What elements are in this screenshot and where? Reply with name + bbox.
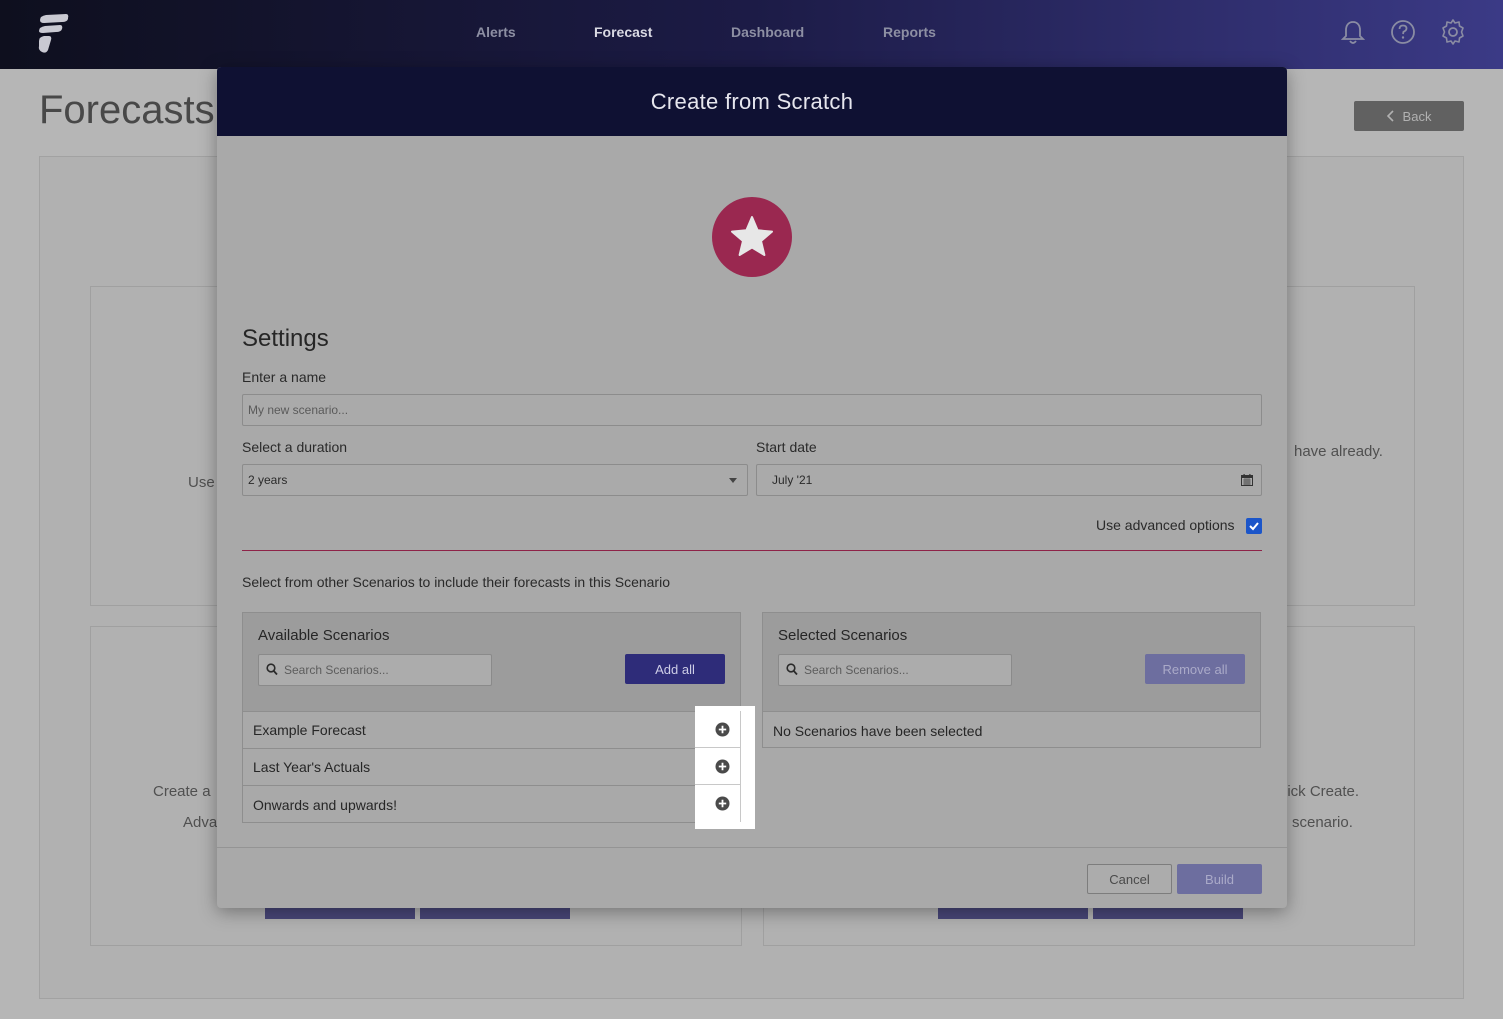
top-nav: Alerts Forecast Dashboard Reports [0,0,1503,69]
start-date-picker[interactable]: July '21 [756,464,1262,496]
nav-alerts[interactable]: Alerts [476,24,516,40]
selected-scenarios-title: Selected Scenarios [778,627,908,644]
modal-header: Create from Scratch [217,67,1287,136]
nav-forecast[interactable]: Forecast [594,24,652,40]
name-input[interactable]: My new scenario... [242,394,1262,426]
search-icon [786,663,798,676]
footer-divider [217,847,1287,848]
duration-label: Select a duration [242,439,348,455]
available-scenarios-header: Available Scenarios Search Scenarios... … [243,613,740,712]
available-search-input[interactable]: Search Scenarios... [258,654,492,686]
add-all-button[interactable]: Add all [625,654,725,684]
scenario-name: Onwards and upwards! [253,796,397,813]
duration-value: 2 years [248,473,288,487]
scenario-name: Last Year's Actuals [253,759,371,775]
scenario-row: Last Year's Actuals [243,749,740,786]
gear-icon[interactable] [1438,17,1468,47]
available-scenarios-title: Available Scenarios [258,627,390,644]
nav-dashboard[interactable]: Dashboard [731,24,804,40]
search-icon [266,663,278,676]
selected-search-input[interactable]: Search Scenarios... [778,654,1012,686]
nav-links: Alerts Forecast Dashboard Reports [0,0,1503,69]
empty-state-text: No Scenarios have been selected [763,712,1260,749]
selected-search-placeholder: Search Scenarios... [804,663,909,677]
start-date-value: July '21 [772,473,813,487]
remove-all-button[interactable]: Remove all [1145,654,1245,684]
bell-icon[interactable] [1338,17,1368,47]
advanced-options-label: Use advanced options [1096,517,1235,533]
add-scenario-icon[interactable] [715,722,730,737]
scenario-instructions: Select from other Scenarios to include t… [242,574,670,590]
add-buttons-highlight [695,706,755,829]
modal-title: Create from Scratch [650,88,854,114]
cancel-button[interactable]: Cancel [1087,864,1172,894]
star-icon [731,216,773,256]
scenario-row: Example Forecast [243,712,740,749]
help-icon[interactable] [1388,17,1418,47]
check-icon [1249,522,1259,531]
empty-state-label: No Scenarios have been selected [773,722,983,739]
nav-reports[interactable]: Reports [883,24,936,40]
divider [242,550,1262,551]
available-scenarios-panel: Available Scenarios Search Scenarios... … [242,612,741,823]
scenario-row: Onwards and upwards! [243,786,740,823]
scenario-name: Example Forecast [253,722,366,738]
advanced-options-checkbox[interactable] [1246,518,1262,534]
start-date-label: Start date [756,439,817,455]
selected-scenarios-panel: Selected Scenarios Search Scenarios... R… [762,612,1261,748]
chevron-down-icon [729,478,737,483]
star-badge [712,197,792,277]
add-scenario-icon[interactable] [715,759,730,774]
selected-scenarios-header: Selected Scenarios Search Scenarios... R… [763,613,1260,712]
name-label: Enter a name [242,369,327,385]
available-list: Example Forecast Last Year's Actuals Onw… [243,712,740,824]
calendar-icon[interactable] [1241,474,1253,486]
build-button[interactable]: Build [1177,864,1262,894]
duration-select[interactable]: 2 years [242,464,748,496]
settings-title: Settings [242,325,329,352]
add-scenario-icon[interactable] [715,796,730,811]
available-search-placeholder: Search Scenarios... [284,663,389,677]
